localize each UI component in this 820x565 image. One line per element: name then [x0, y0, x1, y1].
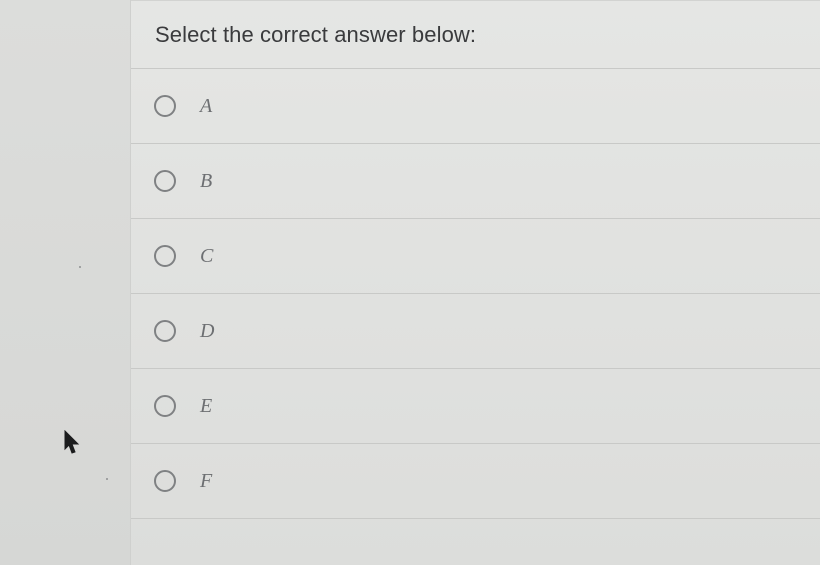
left-gutter [0, 0, 130, 565]
option-c[interactable]: C [131, 218, 820, 293]
option-label: C [200, 244, 214, 267]
radio-unselected-icon[interactable] [154, 245, 176, 267]
radio-unselected-icon[interactable] [154, 395, 176, 417]
screen-speck [106, 478, 108, 480]
question-panel: Select the correct answer below: A B C D… [130, 0, 820, 565]
question-prompt: Select the correct answer below: [155, 22, 477, 47]
panel-top-divider [131, 0, 820, 1]
option-d[interactable]: D [131, 293, 820, 368]
radio-unselected-icon[interactable] [154, 170, 176, 192]
option-f[interactable]: F [131, 443, 820, 519]
radio-unselected-icon[interactable] [154, 95, 176, 117]
option-label: A [200, 94, 213, 117]
answer-options-list: A B C D E F [131, 68, 820, 519]
radio-unselected-icon[interactable] [154, 470, 176, 492]
option-a[interactable]: A [131, 68, 820, 143]
screen-speck [79, 266, 81, 268]
option-e[interactable]: E [131, 368, 820, 443]
option-label: F [200, 469, 213, 492]
option-label: B [200, 169, 213, 192]
option-label: E [200, 394, 213, 417]
option-b[interactable]: B [131, 143, 820, 218]
option-label: D [200, 319, 215, 342]
radio-unselected-icon[interactable] [154, 320, 176, 342]
